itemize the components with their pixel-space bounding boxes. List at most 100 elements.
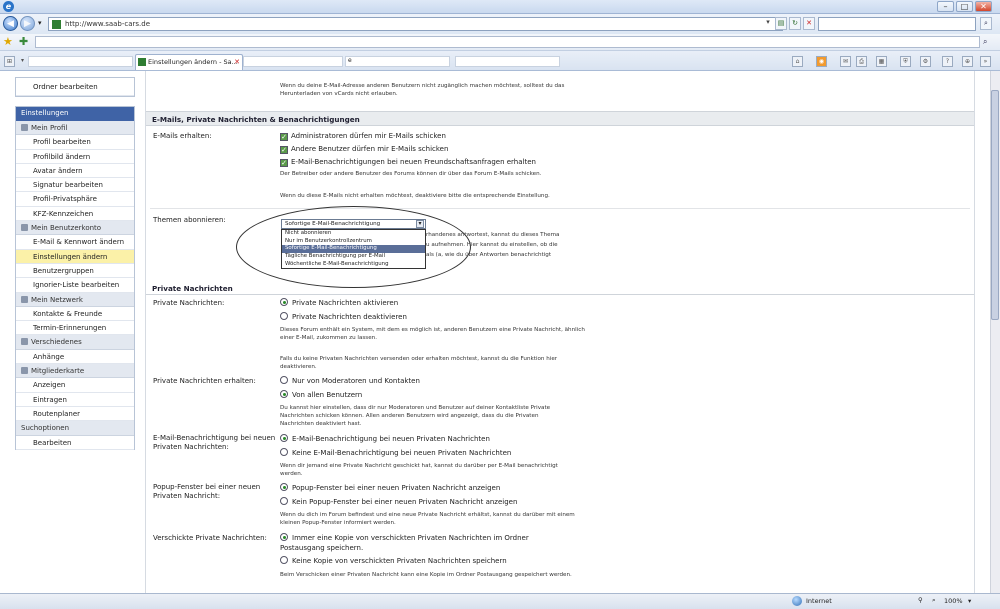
- close-window-button[interactable]: ✕: [975, 1, 992, 12]
- print-icon[interactable]: ⎙: [856, 56, 867, 67]
- radio-icon[interactable]: [280, 497, 288, 505]
- sidebar-item[interactable]: Ignorier-Liste bearbeiten: [16, 278, 134, 293]
- quick-tabs-icon[interactable]: ⊞: [4, 56, 15, 67]
- radio-icon[interactable]: [280, 556, 288, 564]
- refresh-icon[interactable]: ↻: [789, 17, 801, 30]
- zoom-icon[interactable]: ⌕: [932, 596, 936, 605]
- internet-zone-icon: [792, 596, 802, 606]
- radio-icon[interactable]: [280, 448, 288, 456]
- sidebar-group-benutzerkonto[interactable]: Mein Benutzerkonto: [16, 221, 134, 236]
- radio-pm-email-on[interactable]: E-Mail-Benachrichtigung bei neuen Privat…: [280, 434, 490, 444]
- tab-list-dropdown-icon[interactable]: ▾: [17, 56, 28, 67]
- url-input[interactable]: http://www.saab-cars.de: [48, 17, 783, 31]
- sidebar-item[interactable]: E-Mail & Kennwort ändern: [16, 235, 134, 250]
- sidebar-item-active[interactable]: Einstellungen ändern: [16, 249, 134, 264]
- sidebar-item[interactable]: Kontakte & Freunde: [16, 307, 134, 322]
- zoom-level[interactable]: 100%: [944, 597, 963, 605]
- sidebar-group-mein-profil[interactable]: Mein Profil: [16, 121, 134, 136]
- stop-icon[interactable]: ✕: [803, 17, 815, 30]
- option-taegliche[interactable]: Tägliche Benachrichtigung per E-Mail: [282, 253, 425, 261]
- home-icon[interactable]: ⌂: [792, 56, 803, 67]
- help-icon[interactable]: ?: [942, 56, 953, 67]
- compatibility-icon[interactable]: ▤: [775, 17, 787, 30]
- option-nicht-abonnieren[interactable]: Nicht abonnieren: [282, 230, 425, 238]
- radio-pm-enable[interactable]: Private Nachrichten aktivieren: [280, 298, 398, 308]
- sidebar-item[interactable]: Profilbild ändern: [16, 150, 134, 164]
- mail-icon[interactable]: ✉: [840, 56, 851, 67]
- check-user-emails[interactable]: ✓ Andere Benutzer dürfen mir E-Mails schi…: [280, 144, 448, 154]
- tab-close-icon[interactable]: ✕: [234, 55, 240, 69]
- option-sofortige[interactable]: Sofortige E-Mail-Benachrichtigung: [282, 245, 425, 254]
- sidebar-item[interactable]: Routenplaner: [16, 407, 134, 422]
- subscribe-select[interactable]: Sofortige E-Mail-Benachrichtigung ▾: [281, 219, 426, 229]
- search-input[interactable]: [818, 17, 976, 31]
- radio-pm-keep-copy[interactable]: Immer eine Kopie von verschickten Privat…: [280, 533, 570, 553]
- sidebar-item[interactable]: Signatur bearbeiten: [16, 178, 134, 193]
- sidebar-group-mitgliederkarte[interactable]: Mitgliederkarte: [16, 364, 134, 379]
- rss-feed-icon[interactable]: ◉: [816, 56, 827, 67]
- radio-pm-popup-off[interactable]: Kein Popup-Fenster bei einer neuen Priva…: [280, 497, 517, 507]
- checkbox-checked-icon[interactable]: ✓: [280, 133, 288, 141]
- url-dropdown-icon[interactable]: ▾: [762, 17, 774, 30]
- sidebar-item[interactable]: Bearbeiten: [16, 436, 134, 450]
- chevron-down-icon[interactable]: ▾: [416, 220, 424, 228]
- sidebar-group-netzwerk[interactable]: Mein Netzwerk: [16, 292, 134, 307]
- tools-menu-icon[interactable]: ⚙: [920, 56, 931, 67]
- favorites-dropdown[interactable]: [35, 36, 980, 48]
- zoom-dropdown-icon[interactable]: ▾: [968, 597, 971, 605]
- sidebar-item[interactable]: Profil bearbeiten: [16, 135, 134, 150]
- sidebar-item[interactable]: Termin-Erinnerungen: [16, 321, 134, 336]
- radio-pm-moderators[interactable]: Nur von Moderatoren und Kontakten: [280, 376, 420, 386]
- pm-note-1: Dieses Forum enthält ein System, mit dem…: [280, 327, 585, 341]
- sidebar-item[interactable]: Eintragen: [16, 393, 134, 407]
- subscribe-options-list[interactable]: Nicht abonnieren Nur im Benutzerkontroll…: [281, 229, 426, 269]
- tab-active[interactable]: Einstellungen ändern - Sa... ✕: [135, 54, 243, 70]
- radio-pm-email-off[interactable]: Keine E-Mail-Benachrichtigung bei neuen …: [280, 448, 511, 458]
- sidebar-group-verschiedenes[interactable]: Verschiedenes: [16, 335, 134, 350]
- maximize-button[interactable]: □: [956, 1, 973, 12]
- sidebar-group-suchoptionen[interactable]: Suchoptionen: [16, 421, 134, 436]
- minimize-button[interactable]: –: [937, 1, 954, 12]
- favorites-star-icon[interactable]: ★: [3, 35, 13, 48]
- checkbox-checked-icon[interactable]: ✓: [280, 146, 288, 154]
- radio-selected-icon[interactable]: [280, 298, 288, 306]
- forward-button[interactable]: ▶: [20, 16, 35, 31]
- sidebar-item[interactable]: Benutzergruppen: [16, 264, 134, 279]
- check-friend-request-emails[interactable]: ✓ E-Mail-Benachrichtigungen bei neuen Fre…: [280, 157, 536, 167]
- toolbar-field-3[interactable]: [455, 56, 560, 67]
- sidebar-item[interactable]: Profil-Privatsphäre: [16, 192, 134, 207]
- sidebar-item-ordner-bearbeiten[interactable]: Ordner bearbeiten: [16, 78, 134, 96]
- sidebar-item[interactable]: Avatar ändern: [16, 164, 134, 179]
- toolbar-more-icon[interactable]: »: [980, 56, 991, 67]
- favbar-search-icon[interactable]: ⌕: [983, 37, 987, 47]
- add-favorite-icon[interactable]: ✚: [19, 35, 28, 48]
- sidebar-item[interactable]: KFZ-Kennzeichen: [16, 207, 134, 222]
- option-benutzerkontrollzentrum[interactable]: Nur im Benutzerkontrollzentrum: [282, 238, 425, 246]
- toolbar-field-1[interactable]: [243, 56, 343, 67]
- protected-mode-icon[interactable]: ⚲: [918, 596, 923, 604]
- toolbar-field-2[interactable]: e: [345, 56, 450, 67]
- radio-icon[interactable]: [280, 376, 288, 384]
- research-icon[interactable]: ⊕: [962, 56, 973, 67]
- radio-pm-disable[interactable]: Private Nachrichten deaktivieren: [280, 312, 407, 322]
- radio-selected-icon[interactable]: [280, 434, 288, 442]
- scrollbar-thumb[interactable]: [991, 90, 999, 320]
- check-admin-emails[interactable]: ✓ Administratoren dürfen mir E-Mails schi…: [280, 131, 446, 141]
- tab-empty[interactable]: [28, 56, 133, 67]
- safety-menu-icon[interactable]: ⛨: [900, 56, 911, 67]
- radio-pm-popup-on[interactable]: Popup-Fenster bei einer neuen Privaten N…: [280, 483, 500, 493]
- checkbox-checked-icon[interactable]: ✓: [280, 159, 288, 167]
- radio-pm-all[interactable]: Von allen Benutzern: [280, 390, 362, 400]
- radio-selected-icon[interactable]: [280, 483, 288, 491]
- nav-dropdown-icon[interactable]: ▾: [38, 19, 42, 27]
- radio-selected-icon[interactable]: [280, 390, 288, 398]
- search-icon[interactable]: ⌕: [980, 17, 992, 30]
- radio-selected-icon[interactable]: [280, 533, 288, 541]
- radio-icon[interactable]: [280, 312, 288, 320]
- back-button[interactable]: ◀: [3, 16, 18, 31]
- sidebar-item[interactable]: Anhänge: [16, 350, 134, 365]
- page-menu-icon[interactable]: ▦: [876, 56, 887, 67]
- radio-pm-no-copy[interactable]: Keine Kopie von verschickten Privaten Na…: [280, 556, 507, 566]
- option-woechentliche[interactable]: Wöchentliche E-Mail-Benachrichtigung: [282, 261, 425, 269]
- sidebar-item[interactable]: Anzeigen: [16, 378, 134, 393]
